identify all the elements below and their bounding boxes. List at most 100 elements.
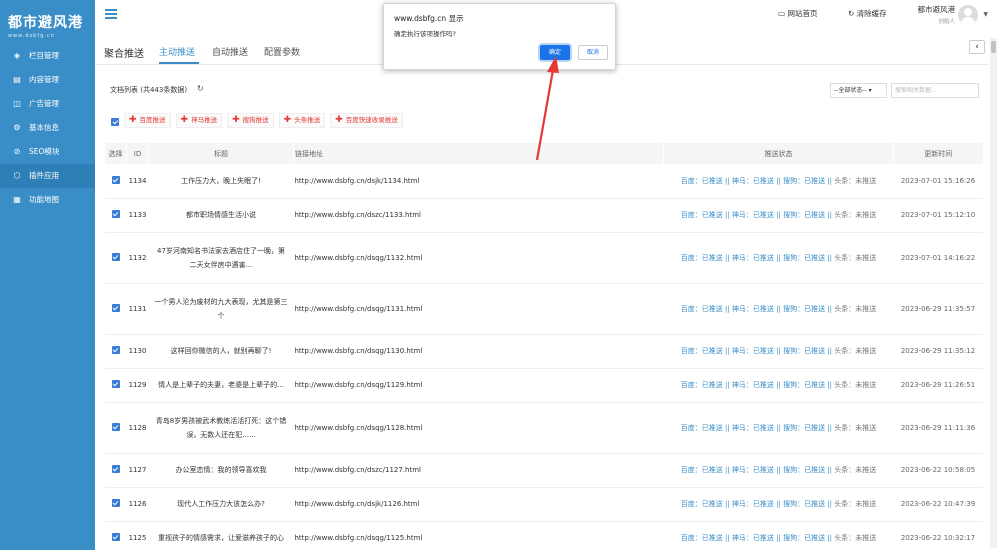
table-row[interactable]: 1125 重视孩子的情感需求，让爱滋养孩子的心 http://www.dsbfg.c… (104, 521, 983, 550)
status-unpushed: 头条：未推送 (834, 211, 877, 219)
sidebar-item-3[interactable]: ⚙ 基本信息 (0, 116, 95, 140)
row-url[interactable]: http://www.dsbfg.cn/dszc/1133.html (293, 198, 664, 233)
scrollbar-thumb[interactable] (991, 41, 996, 53)
row-url[interactable]: http://www.dsbfg.cn/dszc/1127.html (293, 453, 664, 488)
row-checkbox[interactable] (111, 422, 120, 431)
dialog-title: www.dsbfg.cn 显示 (394, 14, 464, 23)
row-url[interactable]: http://www.dsbfg.cn/dsqg/1125.html (293, 521, 664, 550)
row-checkbox[interactable] (111, 465, 120, 473)
scrollbar[interactable] (990, 38, 997, 548)
ok-button[interactable]: 确定 (540, 45, 570, 60)
row-id: 1128 (126, 402, 149, 454)
row-checkbox-cell (104, 283, 127, 335)
row-checkbox[interactable] (111, 533, 120, 541)
row-url[interactable]: http://www.dsbfg.cn/dsqg/1128.html (293, 402, 664, 454)
layers-icon: ◈ (13, 51, 21, 60)
row-status: 百度：已推送 || 神马：已推送 || 搜狗：已推送 || 头条：未推送 (663, 453, 894, 488)
table-row[interactable]: 1127 办公室恋情：我的领导喜欢我 http://www.dsbfg.cn/dsz… (104, 453, 983, 488)
status-unpushed: 头条：未推送 (834, 304, 877, 313)
page-title: 聚合推送 (104, 49, 144, 60)
sidebar-item-1[interactable]: ▤ 内容管理 (0, 68, 95, 92)
plus-icon: ✚ (180, 115, 189, 125)
table-row[interactable]: 1129 情人是上辈子的夫妻，老婆是上辈子的... http://www.dsbfg… (104, 368, 983, 403)
row-time: 2023-06-29 11:35:57 (893, 283, 983, 335)
header-time: 更新时间 (893, 143, 983, 164)
push-button-2[interactable]: ✚ 搜狗推送 (227, 113, 274, 128)
site-home-label: 网站首页 (787, 9, 818, 18)
logo[interactable]: 都市避风港 www.dsbfg.cn (0, 0, 95, 44)
status-select[interactable]: --全部状态-- ▾ (830, 83, 887, 98)
table-row[interactable]: 1126 现代人工作压力大该怎么办? http://www.dsbfg.cn/dsj… (104, 487, 983, 522)
table-header-row: 选择 ID 标题 链接地址 推送状态 更新时间 (104, 143, 983, 164)
cancel-button[interactable]: 取消 (578, 45, 608, 60)
row-status: 百度：已推送 || 神马：已推送 || 搜狗：已推送 || 头条：未推送 (663, 283, 894, 335)
plus-icon: ✚ (232, 115, 240, 125)
menu-toggle-icon[interactable] (105, 9, 117, 19)
row-id: 1130 (126, 334, 149, 369)
sidebar-item-label: 内容管理 (29, 75, 59, 84)
refresh-icon[interactable]: ↻ (197, 84, 204, 93)
sidebar-item-label: 基本信息 (29, 123, 59, 132)
row-checkbox[interactable] (111, 175, 120, 184)
push-button-label: 头条推送 (294, 116, 321, 124)
tab-auto-push[interactable]: 自动推送 (212, 45, 248, 58)
push-button-0[interactable]: ✚ 百度推送 (124, 113, 171, 128)
row-url[interactable]: http://www.dsbfg.cn/dsqg/1131.html (293, 283, 664, 335)
row-checkbox-cell (104, 334, 127, 369)
row-checkbox-cell (104, 232, 127, 284)
row-time: 2023-07-01 15:16:26 (893, 164, 983, 199)
row-status: 百度：已推送 || 神马：已推送 || 搜狗：已推送 || 头条：未推送 (663, 402, 894, 454)
avatar[interactable] (958, 5, 978, 25)
row-title: 青岛8岁男孩被武术教练活活打死：这个错误，无数人还在犯...... (148, 402, 294, 454)
chevron-down-icon[interactable]: ▼ (983, 11, 988, 18)
row-checkbox[interactable] (111, 380, 120, 388)
table-row[interactable]: 1133 都市职场情感生活小说 http://www.dsbfg.cn/dszc/1… (104, 198, 983, 233)
row-checkbox[interactable] (111, 346, 120, 354)
row-id: 1134 (126, 164, 149, 199)
table-row[interactable]: 1131 一个男人沦为废材的九大表现，尤其是第三个 http://www.dsbfg… (104, 283, 983, 335)
push-button-3[interactable]: ✚ 头条推送 (278, 113, 326, 128)
document-table: 选择 ID 标题 链接地址 推送状态 更新时间 1134 工作压力大，晚上失眠了!… (104, 143, 983, 550)
site-home-link[interactable]: ▭ 网站首页 (778, 8, 817, 19)
row-url[interactable]: http://www.dsbfg.cn/dsqg/1132.html (293, 232, 664, 284)
refresh-icon: ↻ (848, 9, 857, 18)
user-info[interactable]: 都市避风港 创始人 (918, 4, 956, 25)
row-checkbox[interactable] (111, 210, 120, 218)
sidebar-item-4[interactable]: ⊘ SEO模块 (0, 140, 95, 164)
table-row[interactable]: 1128 青岛8岁男孩被武术教练活活打死：这个错误，无数人还在犯...... htt… (104, 402, 983, 454)
search-input[interactable] (891, 83, 979, 98)
row-checkbox-cell (104, 487, 127, 522)
status-pushed: 百度：已推送 || 神马：已推送 || 搜狗：已推送 || (680, 304, 835, 313)
push-button-1[interactable]: ✚ 神马推送 (175, 113, 223, 128)
sidebar-item-label: SEO模块 (29, 147, 60, 156)
user-name: 都市避风港 (917, 5, 956, 14)
tab-config[interactable]: 配置参数 (264, 45, 300, 58)
row-url[interactable]: http://www.dsbfg.cn/dsqg/1129.html (293, 368, 664, 403)
row-url[interactable]: http://www.dsbfg.cn/dsjk/1134.html (293, 164, 664, 199)
back-button[interactable]: ‹ (969, 40, 985, 54)
cube-icon: ⬡ (13, 171, 21, 180)
table-row[interactable]: 1130 这样回你微信的人，就别再聊了! http://www.dsbfg.cn/d… (104, 334, 983, 369)
row-time: 2023-06-22 10:47:39 (893, 487, 983, 522)
push-button-label: 搜狗推送 (242, 116, 269, 124)
sidebar-item-5[interactable]: ⬡ 插件应用 (0, 164, 95, 188)
status-pushed: 百度：已推送 || 神马：已推送 || 搜狗：已推送 || (680, 423, 835, 432)
select-all-checkbox[interactable] (111, 118, 119, 126)
row-url[interactable]: http://www.dsbfg.cn/dsjk/1126.html (293, 487, 664, 522)
gear-icon: ⚙ (13, 123, 21, 132)
status-unpushed: 头条：未推送 (834, 500, 877, 508)
sidebar-item-0[interactable]: ◈ 栏目管理 (0, 44, 95, 68)
push-button-4[interactable]: ✚ 百度快速收录推送 (330, 113, 403, 128)
sidebar-item-6[interactable]: ▦ 功能地图 (0, 188, 95, 212)
sidebar-item-2[interactable]: ◫ 广告管理 (0, 92, 95, 116)
table-row[interactable]: 1134 工作压力大，晚上失眠了! http://www.dsbfg.cn/dsjk… (104, 164, 983, 199)
row-url[interactable]: http://www.dsbfg.cn/dsqg/1130.html (293, 334, 664, 369)
row-status: 百度：已推送 || 神马：已推送 || 搜狗：已推送 || 头条：未推送 (663, 198, 894, 233)
status-unpushed: 头条：未推送 (834, 423, 877, 432)
table-row[interactable]: 1132 47岁河南知名书法家去酒店住了一晚，第二天女伴房中遇害... http:/… (104, 232, 983, 284)
clear-cache-link[interactable]: ↻ 清除缓存 (848, 8, 887, 19)
row-checkbox[interactable] (111, 303, 120, 312)
row-checkbox[interactable] (111, 499, 120, 507)
tab-active-push[interactable]: 主动推送 (159, 45, 195, 58)
row-checkbox[interactable] (111, 252, 120, 261)
